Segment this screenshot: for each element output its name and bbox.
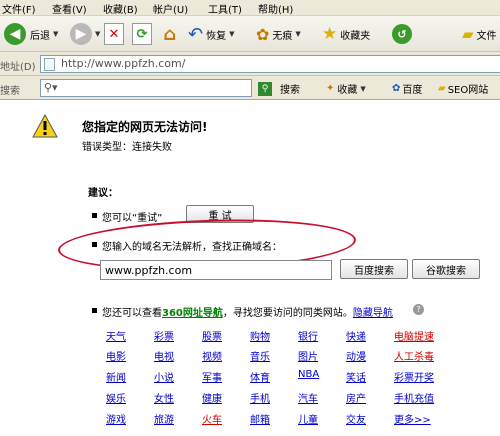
search-bar: 搜索 ⚲▾ ⚲ 搜索 ✦ 收藏 ▼ ✿ 百度 ▰ SEO网站 xyxy=(0,76,500,100)
link-stock[interactable]: 股票 xyxy=(202,328,222,343)
refresh-button[interactable]: ⟳ xyxy=(132,20,152,48)
link-tv[interactable]: 电视 xyxy=(154,348,174,363)
home-button[interactable]: ⌂ xyxy=(160,20,180,48)
bullet xyxy=(92,308,97,313)
menu-view[interactable]: 查看(V) xyxy=(52,1,87,16)
collect-icon: ✦ xyxy=(326,83,335,94)
star-icon: ★ xyxy=(322,24,338,44)
forward-arrow-icon: ▶ xyxy=(70,23,92,45)
chevron-down-icon: ▼ xyxy=(53,30,59,38)
menu-bar: 文件(F) 查看(V) 收藏(B) 帐户(U) 工具(T) 帮助(H) xyxy=(0,0,500,16)
address-box xyxy=(40,55,500,73)
link-weather[interactable]: 天气 xyxy=(106,328,126,343)
link-mobile-recharge[interactable]: 手机充值 xyxy=(394,390,434,405)
link-jokes[interactable]: 笑话 xyxy=(346,369,366,384)
toolbar: ◀ 后退 ▼ ▶ ▼ ✕ ⟳ ⌂ ↶ 恢复 ▼ ✿ 无痕 ▼ ★ 收藏夹 ↺ ▰… xyxy=(0,16,500,52)
link-anime[interactable]: 动漫 xyxy=(346,348,366,363)
help-icon[interactable]: ? xyxy=(413,304,424,315)
domain-input[interactable] xyxy=(100,260,332,280)
nav-360-link[interactable]: 360网址导航 xyxy=(162,308,223,319)
link-nba[interactable]: NBA xyxy=(298,369,319,380)
refresh-icon: ⟳ xyxy=(132,23,152,45)
google-search-button[interactable]: 谷歌搜索 xyxy=(412,259,480,279)
link-military[interactable]: 军事 xyxy=(202,369,222,384)
link-sports[interactable]: 体育 xyxy=(250,369,270,384)
suggest-title: 建议： xyxy=(88,188,118,199)
menu-favorites[interactable]: 收藏(B) xyxy=(103,1,138,16)
link-lottery[interactable]: 彩票 xyxy=(154,328,174,343)
bullet xyxy=(92,213,97,218)
link-pictures[interactable]: 图片 xyxy=(298,348,318,363)
hide-nav-link[interactable]: 隐藏导航 xyxy=(353,308,393,319)
paw-icon: ✿ xyxy=(392,83,401,94)
address-input[interactable] xyxy=(61,57,361,70)
link-novel[interactable]: 小说 xyxy=(154,369,174,384)
chevron-down-icon: ▼ xyxy=(295,30,301,38)
link-games[interactable]: 游戏 xyxy=(106,411,126,426)
link-entertainment[interactable]: 娱乐 xyxy=(106,390,126,405)
search-button[interactable]: ⚲ 搜索 xyxy=(258,81,300,96)
retry-text: 您可以“重试” xyxy=(102,213,163,224)
back-button[interactable]: ◀ 后退 ▼ xyxy=(4,20,58,48)
menu-account[interactable]: 帐户(U) xyxy=(153,1,188,16)
back-arrow-icon: ◀ xyxy=(4,23,26,45)
link-realestate[interactable]: 房产 xyxy=(346,390,366,405)
stop-icon: ✕ xyxy=(104,23,124,45)
seo-button[interactable]: ▰ SEO网站 xyxy=(438,81,488,96)
link-express[interactable]: 快递 xyxy=(346,328,366,343)
restore-button[interactable]: ↶ 恢复 ▼ xyxy=(188,20,234,48)
link-bank[interactable]: 银行 xyxy=(298,328,318,343)
restore-icon: ↶ xyxy=(188,23,204,45)
history-icon: ↺ xyxy=(392,24,412,44)
search-label: 搜索 xyxy=(0,86,20,97)
notrace-button[interactable]: ✿ 无痕 ▼ xyxy=(256,20,301,48)
baidu-button[interactable]: ✿ 百度 xyxy=(392,81,422,96)
nav-line: 您还可以查看360网址导航，寻找您要访问的同类网站。隐藏导航 xyxy=(102,308,393,319)
link-email[interactable]: 邮箱 xyxy=(250,411,270,426)
link-women[interactable]: 女性 xyxy=(154,390,174,405)
link-news[interactable]: 新闻 xyxy=(106,369,126,384)
error-type: 错误类型：连接失败 xyxy=(82,142,172,153)
link-train[interactable]: 火车 xyxy=(202,411,222,426)
favorites-button[interactable]: ★ 收藏夹 xyxy=(322,20,370,48)
menu-file[interactable]: 文件(F) xyxy=(2,1,36,16)
collect-button[interactable]: ✦ 收藏 ▼ xyxy=(326,81,366,96)
folder-button[interactable]: ▰ 文件 xyxy=(462,20,497,48)
search-icon: ⚲▾ xyxy=(44,81,58,94)
search-go-icon: ⚲ xyxy=(258,81,272,96)
link-cars[interactable]: 汽车 xyxy=(298,390,318,405)
link-lottery-results[interactable]: 彩票开奖 xyxy=(394,369,434,384)
baidu-search-button[interactable]: 百度搜索 xyxy=(340,259,408,279)
link-shopping[interactable]: 购物 xyxy=(250,328,270,343)
address-bar: 地址(D) xyxy=(0,52,500,76)
link-health[interactable]: 健康 xyxy=(202,390,222,405)
error-title: 您指定的网页无法访问! xyxy=(82,120,208,134)
link-video[interactable]: 视频 xyxy=(202,348,222,363)
page-icon xyxy=(44,58,55,71)
link-more[interactable]: 更多>> xyxy=(394,411,431,426)
warning-icon xyxy=(32,114,58,138)
link-travel[interactable]: 旅游 xyxy=(154,411,174,426)
search-input[interactable]: ⚲▾ xyxy=(40,79,252,97)
chevron-down-icon: ▼ xyxy=(360,84,366,93)
link-dating[interactable]: 交友 xyxy=(346,411,366,426)
folder-icon: ▰ xyxy=(462,25,474,43)
folder-icon: ▰ xyxy=(438,83,446,94)
link-speedup[interactable]: 电脑提速 xyxy=(394,328,434,343)
menu-help[interactable]: 帮助(H) xyxy=(258,1,293,16)
address-label: 地址(D) xyxy=(0,62,36,73)
link-mobile[interactable]: 手机 xyxy=(250,390,270,405)
link-children[interactable]: 儿童 xyxy=(298,411,318,426)
link-music[interactable]: 音乐 xyxy=(250,348,270,363)
history-button[interactable]: ↺ xyxy=(392,20,412,48)
link-movie[interactable]: 电影 xyxy=(106,348,126,363)
forward-button[interactable]: ▶ ▼ xyxy=(70,20,100,48)
chevron-down-icon: ▼ xyxy=(229,30,235,38)
home-icon: ⌂ xyxy=(163,23,177,45)
stop-button[interactable]: ✕ xyxy=(104,20,124,48)
chevron-down-icon: ▼ xyxy=(95,30,101,38)
paw-icon: ✿ xyxy=(256,24,270,44)
link-antivirus[interactable]: 人工杀毒 xyxy=(394,348,434,363)
menu-tools[interactable]: 工具(T) xyxy=(208,1,242,16)
